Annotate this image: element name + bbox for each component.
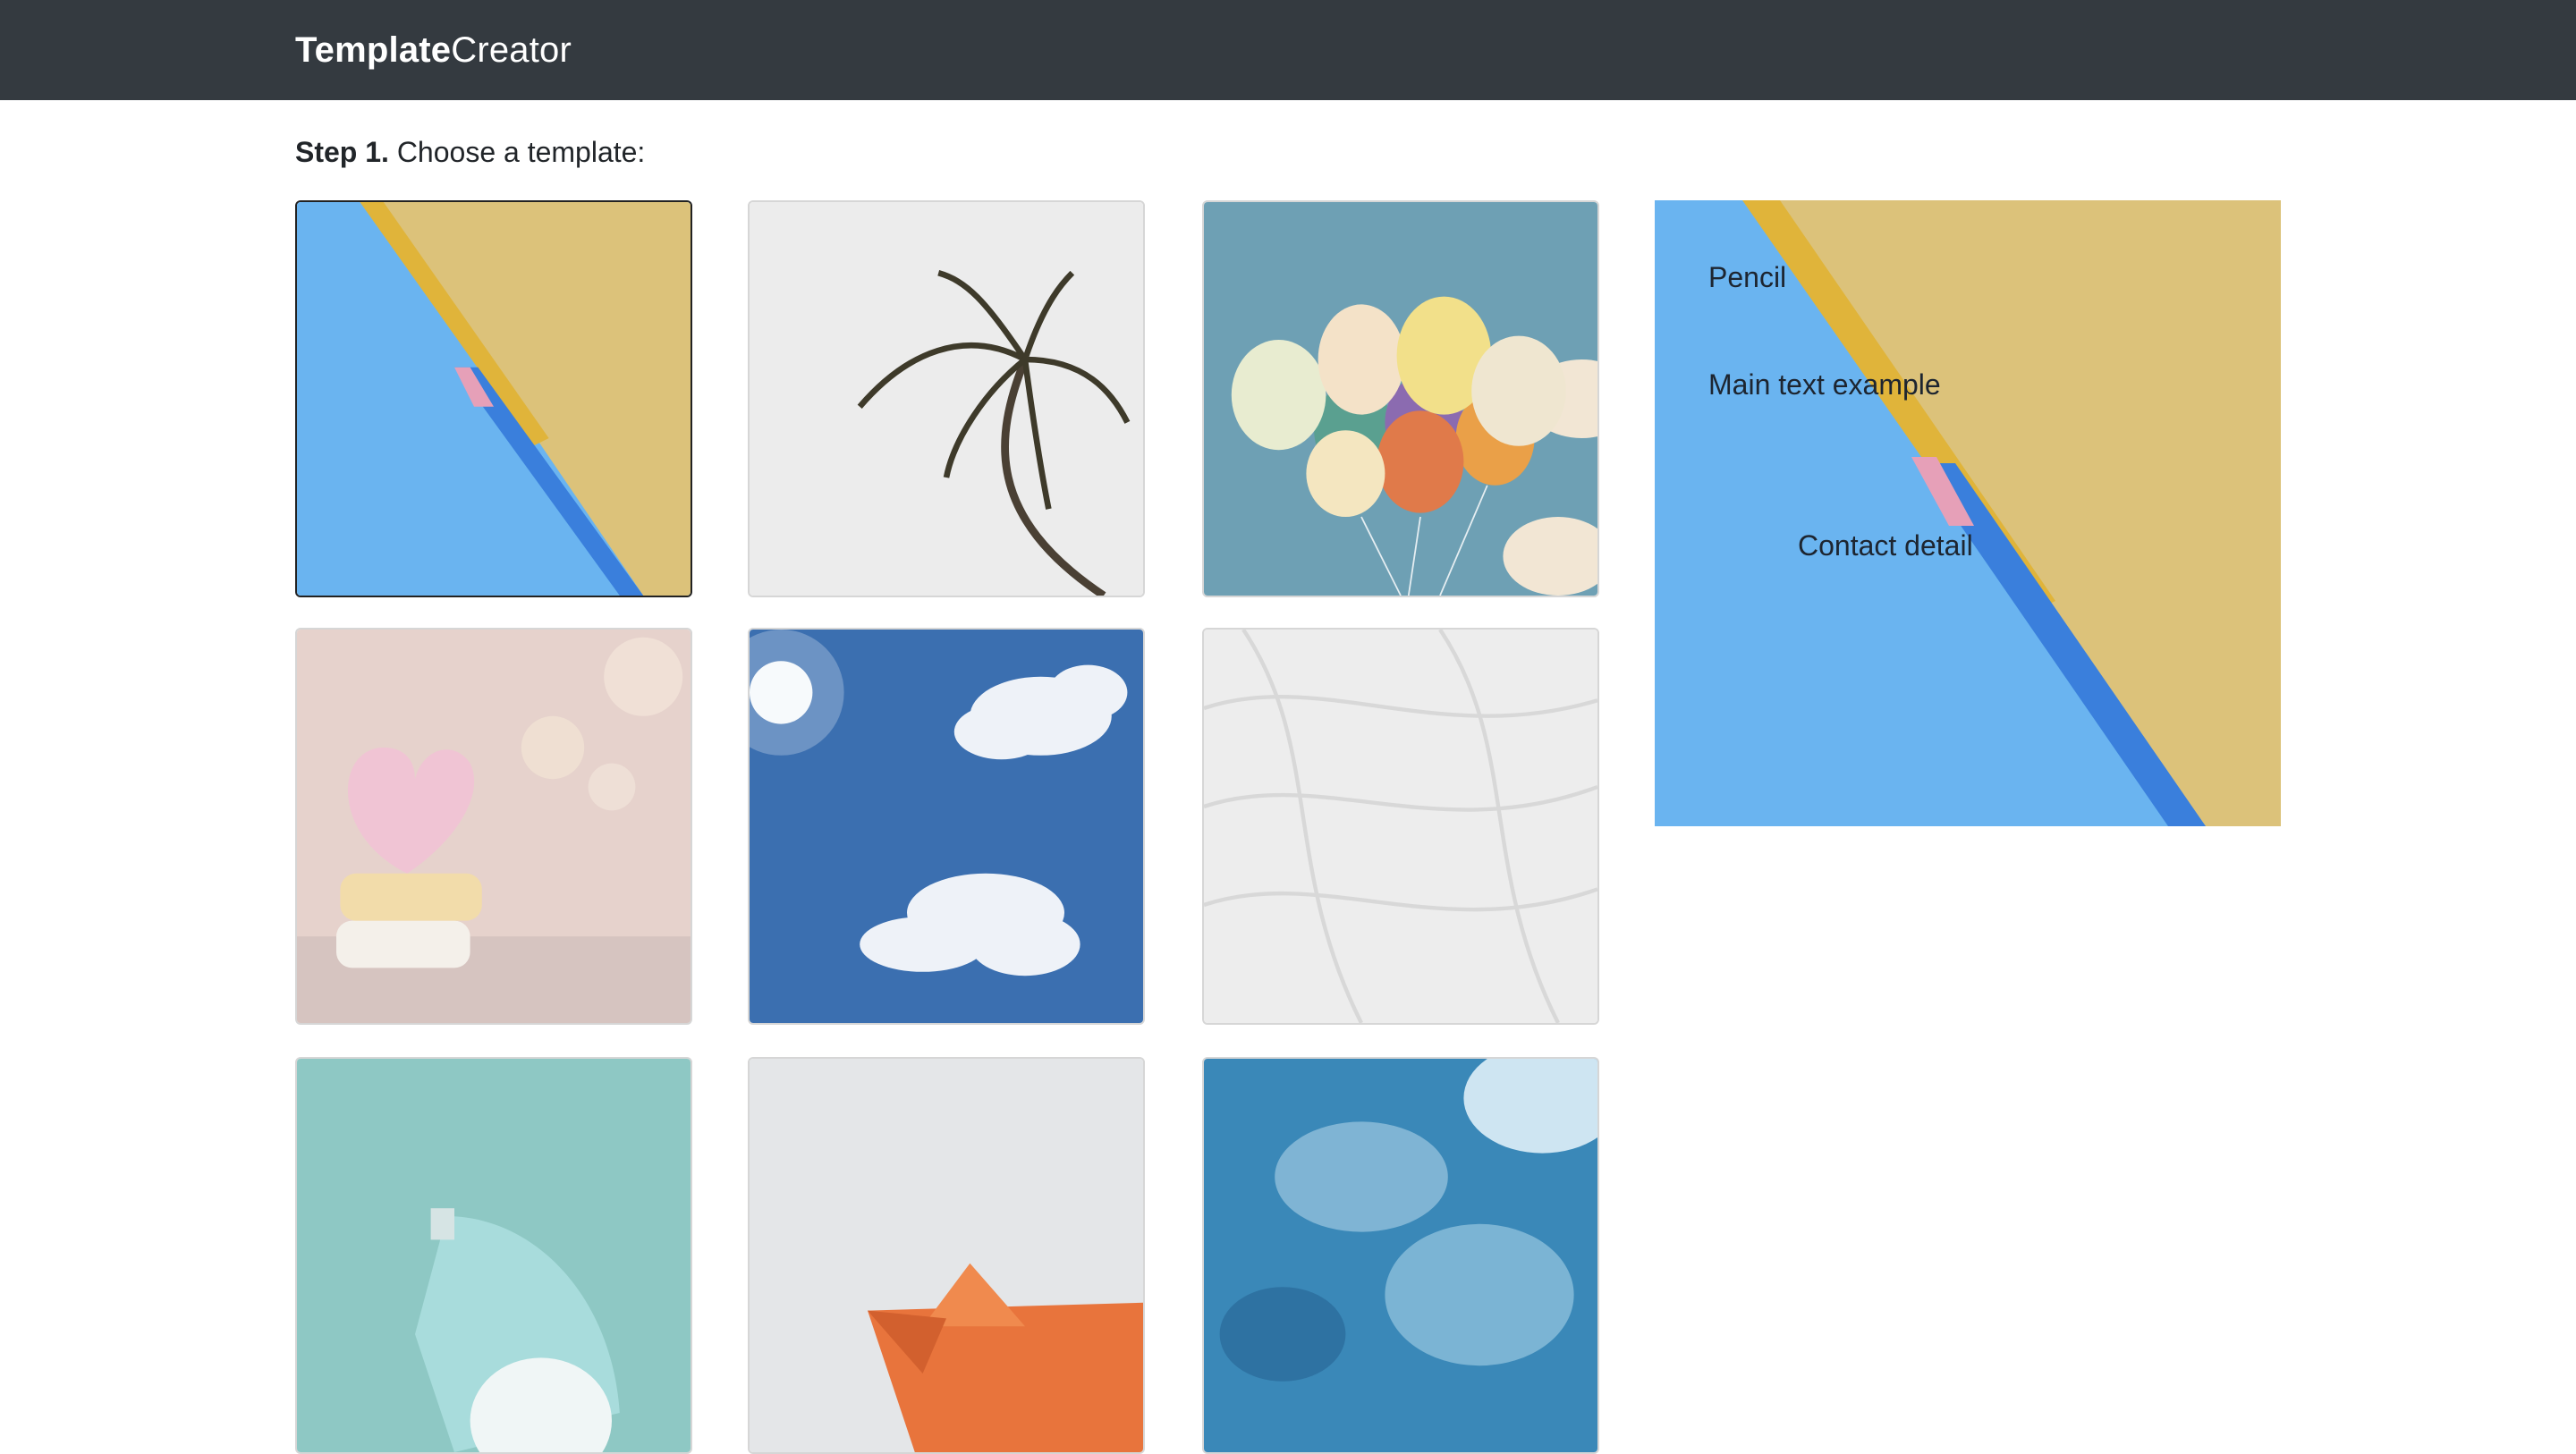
paper-boat-image	[750, 1059, 1143, 1452]
template-balloons[interactable]	[1202, 200, 1599, 597]
palm-tree-image	[750, 202, 1143, 596]
pencil-preview-image	[1655, 200, 2281, 826]
template-preview: Pencil Main text example Contact detail	[1655, 200, 2281, 826]
step-text: Choose a template:	[396, 136, 646, 168]
sky-clouds-image	[750, 630, 1143, 1023]
desk-lamp-image	[297, 1059, 691, 1452]
brand-logo[interactable]: TemplateCreator	[295, 0, 572, 100]
template-sky[interactable]	[748, 628, 1145, 1025]
navbar: TemplateCreator	[0, 0, 2576, 100]
template-boat[interactable]	[748, 1057, 1145, 1454]
underwater-image	[1204, 1059, 1597, 1452]
preview-contact: Contact detail	[1798, 529, 1973, 562]
template-pencil[interactable]	[295, 200, 692, 597]
template-candy-heart[interactable]	[295, 628, 692, 1025]
brand-bold: Template	[295, 30, 452, 70]
pencil-image	[297, 202, 691, 596]
step-label: Step 1.	[295, 136, 389, 168]
preview-title: Pencil	[1708, 261, 1787, 293]
balloons-image	[1204, 202, 1597, 596]
template-palm[interactable]	[748, 200, 1145, 597]
candy-heart-image	[297, 630, 691, 1023]
template-underwater[interactable]	[1202, 1057, 1599, 1454]
brand-light: Creator	[451, 30, 572, 70]
preview-main-text: Main text example	[1708, 368, 1941, 401]
white-texture-image	[1204, 630, 1597, 1023]
step-heading: Step 1. Choose a template:	[295, 134, 645, 170]
template-texture[interactable]	[1202, 628, 1599, 1025]
template-lamp[interactable]	[295, 1057, 692, 1454]
